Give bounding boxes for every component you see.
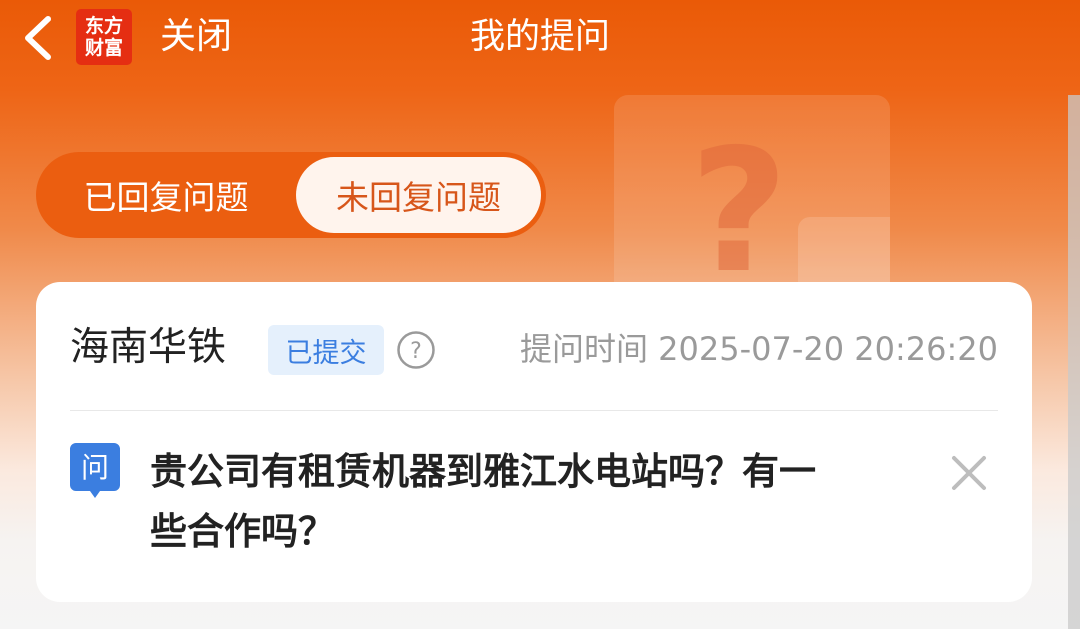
- ask-time: 提问时间 2025-07-20 20:26:20: [519, 330, 998, 368]
- question-card: 海南华铁 已提交 ? 提问时间 2025-07-20 20:26:20 问 贵公…: [36, 282, 1032, 602]
- question-text: 贵公司有租赁机器到雅江水电站吗？有一些合作吗？: [150, 450, 816, 553]
- tab-replied[interactable]: 已回复问题: [36, 152, 296, 238]
- close-icon[interactable]: [950, 454, 988, 492]
- help-circle-icon[interactable]: ?: [396, 330, 436, 370]
- status-badge: 已提交: [268, 325, 384, 375]
- top-bar: 东方 财富 关闭 我的提问: [0, 0, 1080, 80]
- tab-unreplied[interactable]: 未回复问题: [296, 157, 541, 233]
- tab-switcher: 已回复问题 未回复问题: [36, 152, 546, 238]
- question-tag-label: 问: [81, 451, 109, 484]
- scrollbar[interactable]: [1068, 95, 1080, 629]
- svg-text:?: ?: [410, 339, 422, 364]
- divider: [70, 410, 998, 411]
- question-tag-icon: 问: [70, 443, 120, 498]
- company-name[interactable]: 海南华铁: [70, 324, 226, 372]
- page-title: 我的提问: [469, 17, 610, 57]
